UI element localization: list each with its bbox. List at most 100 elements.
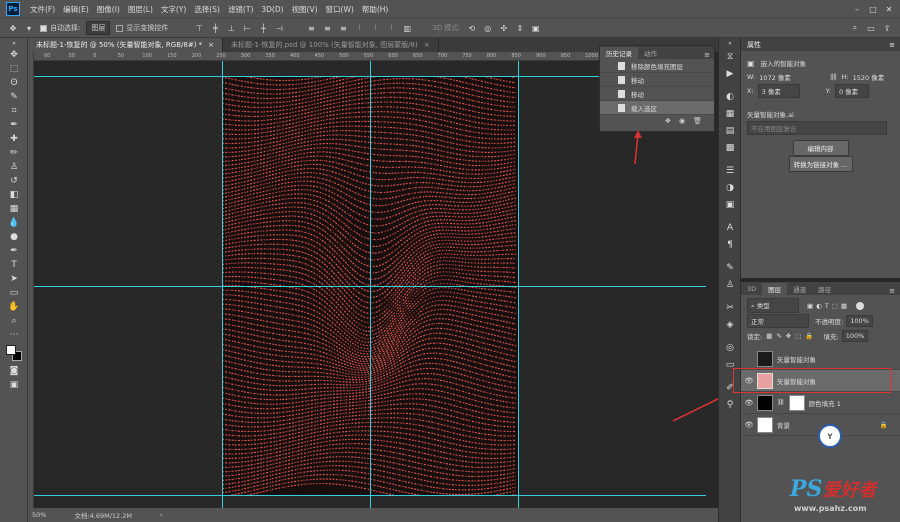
layer-comp-select[interactable]: 不应用图层复合 xyxy=(747,121,887,135)
quick-select-tool-icon[interactable]: ✎ xyxy=(0,90,28,104)
menu-edit[interactable]: 编辑(E) xyxy=(59,4,93,15)
3d-scale-icon[interactable]: ▣ xyxy=(531,23,541,33)
fill-input[interactable]: 100% xyxy=(841,329,869,342)
zoom-level[interactable]: 50% xyxy=(32,511,46,519)
x-input[interactable]: 3 像素 xyxy=(757,84,800,98)
filter-toggle-icon[interactable] xyxy=(856,301,865,310)
distribute-vcenter-icon[interactable]: ≡ xyxy=(322,23,332,33)
eraser-tool-icon[interactable]: ◧ xyxy=(0,188,28,202)
collapse-icon[interactable]: « xyxy=(719,38,741,48)
menu-window[interactable]: 窗口(W) xyxy=(322,4,358,15)
color-panel-icon[interactable]: ◐ xyxy=(719,88,741,105)
lock-icons[interactable]: ▦✎✥⬚🔒 xyxy=(766,332,817,340)
screen-mode-icon[interactable]: ▣ xyxy=(0,378,28,392)
tab-document-1[interactable]: 未标题-1-恢复的 @ 50% (矢量智能对象, RGB/8#) * × xyxy=(28,38,224,52)
stamp-tool-icon[interactable]: ♙ xyxy=(0,160,28,174)
menu-help[interactable]: 帮助(H) xyxy=(358,4,393,15)
character-panel-icon[interactable]: A xyxy=(719,219,741,236)
color-swatches[interactable] xyxy=(0,342,28,364)
layer-row[interactable]: 矢量智能对象 xyxy=(741,348,900,370)
distribute-right-icon[interactable]: ⦙ xyxy=(386,23,396,33)
3d-rotate-icon[interactable]: ⟲ xyxy=(467,23,477,33)
auto-align-icon[interactable]: ▥ xyxy=(402,23,412,33)
libraries-panel-icon[interactable]: ▣ xyxy=(719,196,741,213)
eye-icon[interactable]: 👁 xyxy=(741,421,757,429)
paragraph-panel-icon[interactable]: ¶ xyxy=(719,236,741,253)
new-document-from-state-icon[interactable]: ❖ xyxy=(665,117,671,125)
tab-actions[interactable]: 动作 xyxy=(638,47,663,59)
menu-layer[interactable]: 图层(L) xyxy=(124,4,157,15)
tab-paths[interactable]: 路径 xyxy=(812,283,837,295)
link-icon[interactable]: ⛓ xyxy=(829,73,837,81)
3d-slide-icon[interactable]: ⇕ xyxy=(515,23,525,33)
brush-tool-icon[interactable]: ✏ xyxy=(0,146,28,160)
zoom-tool-icon[interactable]: ⌕ xyxy=(0,314,28,328)
close-icon[interactable]: × xyxy=(424,41,430,49)
panel-menu-icon[interactable]: ≡ xyxy=(889,287,900,295)
auto-select-dropdown[interactable]: 图层 xyxy=(86,21,111,35)
history-brush-icon[interactable]: ↺ xyxy=(0,174,28,188)
transform-controls-checkbox[interactable]: 显示变换控件 xyxy=(116,23,168,33)
layer-filter-select[interactable]: ⌕ 类型 xyxy=(747,298,799,313)
distribute-bottom-icon[interactable]: ≡ xyxy=(338,23,348,33)
search-icon[interactable]: ⌕ xyxy=(850,23,860,33)
convert-to-linked-button[interactable]: 转换为链接对象 ... xyxy=(788,156,853,172)
path-select-tool-icon[interactable]: ➤ xyxy=(0,272,28,286)
blur-tool-icon[interactable]: 💧 xyxy=(0,216,28,230)
collapse-icon[interactable]: » xyxy=(0,38,28,48)
clone-source-icon[interactable]: ♙ xyxy=(719,276,741,293)
chevron-right-icon[interactable]: › xyxy=(160,511,163,519)
history-item-selected[interactable]: 载入选区 xyxy=(600,101,714,115)
more-tools-icon[interactable]: ⋯ xyxy=(0,328,28,342)
align-right-icon[interactable]: ⊣ xyxy=(274,23,284,33)
close-icon[interactable]: × xyxy=(208,41,214,49)
channels-panel-icon[interactable]: ⚲ xyxy=(719,396,741,413)
document-size[interactable]: 文档:4.69M/12.2M xyxy=(74,510,132,520)
distribute-top-icon[interactable]: ≡ xyxy=(306,23,316,33)
menu-3d[interactable]: 3D(D) xyxy=(257,5,287,14)
history-item[interactable]: 移动 xyxy=(600,87,714,101)
align-top-icon[interactable]: ⊤ xyxy=(194,23,204,33)
move-tool-icon[interactable]: ✥ xyxy=(8,23,18,33)
y-input[interactable]: 0 像素 xyxy=(834,84,869,98)
history-item[interactable]: 移动 xyxy=(600,73,714,87)
guide-vertical[interactable] xyxy=(370,61,371,508)
menu-filter[interactable]: 滤镜(T) xyxy=(224,4,257,15)
layer-row[interactable]: 👁 ⛓ 颜色填充 1 xyxy=(741,392,900,414)
tool-presets-icon[interactable]: ✂ xyxy=(719,299,741,316)
align-bottom-icon[interactable]: ⊥ xyxy=(226,23,236,33)
opacity-input[interactable]: 100% xyxy=(846,314,873,327)
workspace-icon[interactable]: ▭ xyxy=(866,23,876,33)
adjustments-panel-icon[interactable]: ◑ xyxy=(719,179,741,196)
actions-panel-icon[interactable]: ▶ xyxy=(719,65,741,82)
menu-view[interactable]: 视图(V) xyxy=(288,4,322,15)
panel-menu-icon[interactable]: ≡ xyxy=(889,41,900,49)
3d-drag-icon[interactable]: ✣ xyxy=(499,23,509,33)
brush-panel-icon[interactable]: ✎ xyxy=(719,259,741,276)
quick-mask-icon[interactable]: ◙ xyxy=(0,364,28,378)
lasso-tool-icon[interactable]: ʘ xyxy=(0,76,28,90)
share-icon[interactable]: ⇪ xyxy=(882,23,892,33)
maximize-icon[interactable]: □ xyxy=(868,4,878,14)
panel-menu-icon[interactable]: ≡ xyxy=(704,51,714,59)
type-tool-icon[interactable]: T xyxy=(0,258,28,272)
photoshop-logo[interactable]: Ps xyxy=(6,2,20,16)
3d-roll-icon[interactable]: ◎ xyxy=(483,23,493,33)
close-icon[interactable]: ✕ xyxy=(884,4,894,14)
menu-image[interactable]: 图像(I) xyxy=(93,4,124,15)
distribute-left-icon[interactable]: ⦙ xyxy=(354,23,364,33)
history-panel-icon[interactable]: ⧖ xyxy=(719,48,741,65)
align-hcenter-icon[interactable]: ┼ xyxy=(258,23,268,33)
auto-select-checkbox[interactable]: 自动选择: xyxy=(40,23,80,33)
patterns-panel-icon[interactable]: ▩ xyxy=(719,139,741,156)
gradients-panel-icon[interactable]: ▤ xyxy=(719,122,741,139)
menu-select[interactable]: 选择(S) xyxy=(190,4,224,15)
align-left-icon[interactable]: ⊢ xyxy=(242,23,252,33)
crop-tool-icon[interactable]: ⌗ xyxy=(0,104,28,118)
eyedropper-tool-icon[interactable]: ✒ xyxy=(0,118,28,132)
styles-panel-icon[interactable]: ◈ xyxy=(719,316,741,333)
trash-icon[interactable]: 🗑 xyxy=(693,117,702,125)
marquee-tool-icon[interactable]: ⬚ xyxy=(0,62,28,76)
distribute-hcenter-icon[interactable]: ⦙ xyxy=(370,23,380,33)
healing-tool-icon[interactable]: ✚ xyxy=(0,132,28,146)
